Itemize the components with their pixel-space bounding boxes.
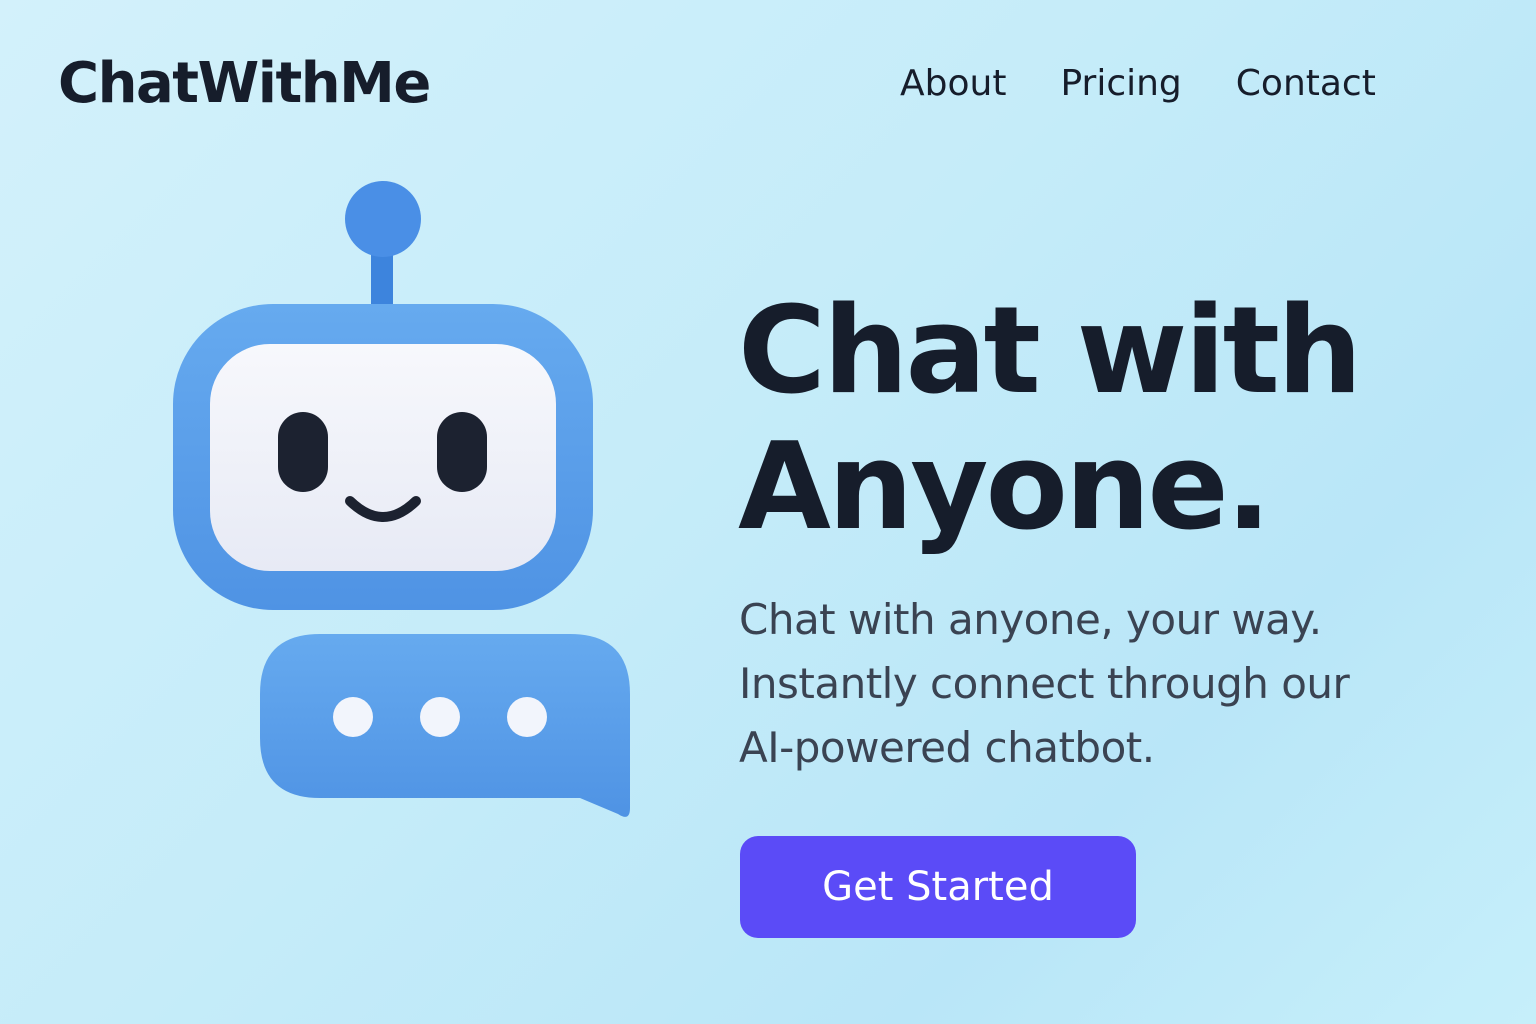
hero-headline-line-1: Chat with xyxy=(738,282,1362,421)
robot-illustration xyxy=(173,181,630,817)
logo[interactable]: ChatWithMe xyxy=(58,56,431,112)
hero-subtext-line-1: Chat with anyone, your way. xyxy=(739,595,1322,644)
nav-link-about[interactable]: About xyxy=(900,66,1006,102)
robot-icon xyxy=(173,181,593,610)
hero-headline-line-2: Anyone. xyxy=(738,418,1271,557)
get-started-button[interactable]: Get Started xyxy=(740,836,1136,938)
hero-subtext-line-2: Instantly connect through our xyxy=(739,659,1350,708)
hero-headline: Chat with Anyone. xyxy=(738,282,1362,557)
hero-subtext-line-3: AI-powered chatbot. xyxy=(739,723,1155,772)
top-nav: About Pricing Contact xyxy=(900,66,1376,102)
nav-link-pricing[interactable]: Pricing xyxy=(1060,66,1181,102)
nav-link-contact[interactable]: Contact xyxy=(1236,66,1376,102)
chat-bubble-icon xyxy=(260,634,630,817)
hero-subtext: Chat with anyone, your way. Instantly co… xyxy=(739,588,1350,780)
